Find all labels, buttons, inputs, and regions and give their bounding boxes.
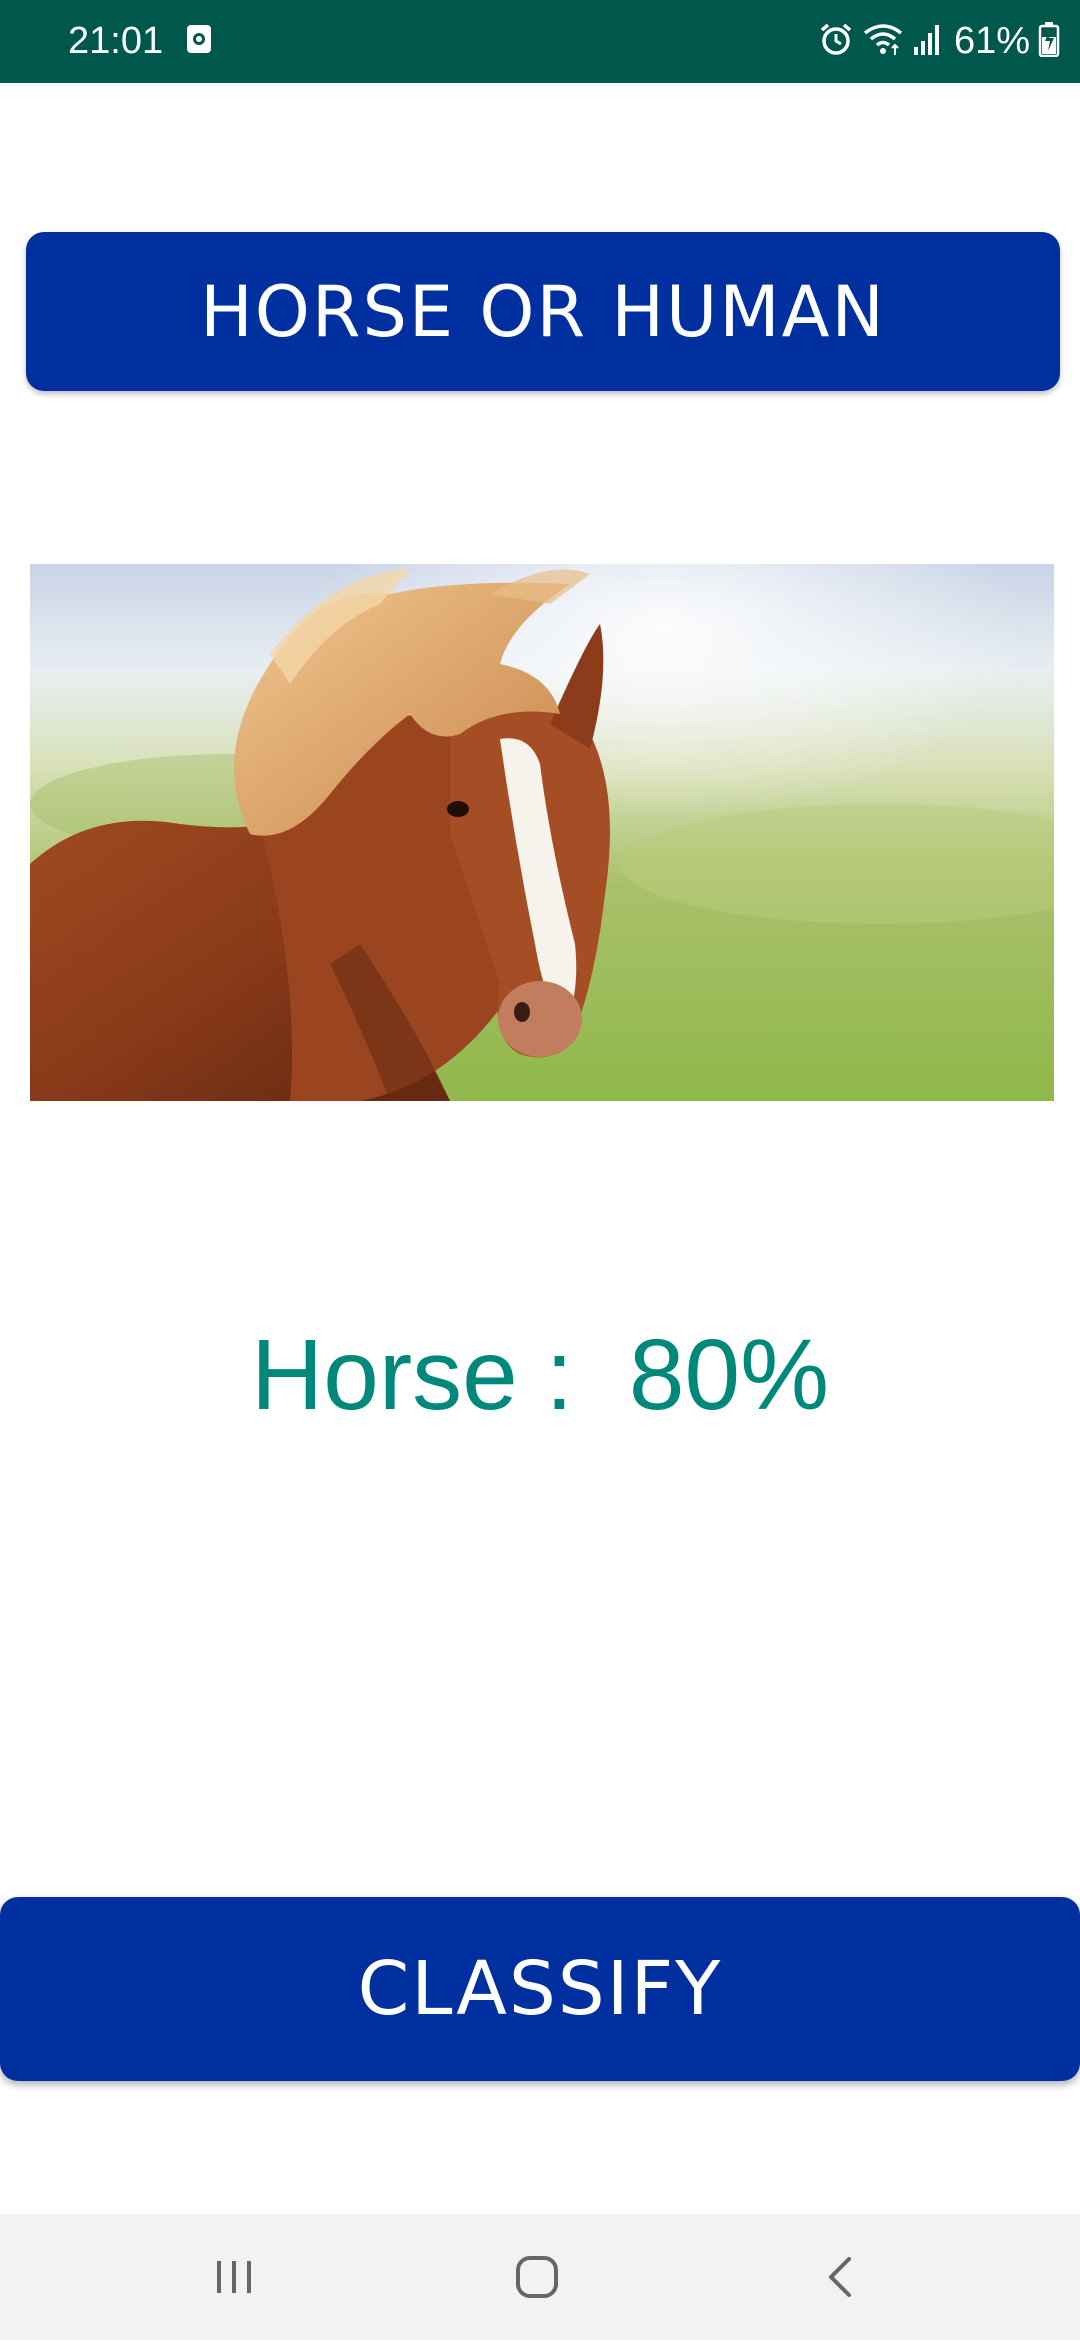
classify-button[interactable]: CLASSIFY xyxy=(0,1897,1080,2081)
battery-charging-icon xyxy=(1038,21,1060,61)
wifi-icon xyxy=(862,21,904,61)
status-time: 21:01 xyxy=(68,20,164,62)
recents-icon[interactable] xyxy=(155,2214,315,2340)
signal-icon xyxy=(912,21,942,61)
status-bar: 21:01 61% xyxy=(0,0,1080,83)
classification-result: Horse : 80% xyxy=(250,1318,830,1431)
back-icon[interactable] xyxy=(760,2214,920,2340)
alarm-icon xyxy=(818,21,854,61)
notification-icon xyxy=(186,24,212,58)
status-icons: 61% xyxy=(818,18,1060,64)
navigation-bar xyxy=(0,2214,1080,2340)
battery-percent: 61% xyxy=(953,20,1030,62)
app-title: HORSE OR HUMAN xyxy=(26,232,1060,391)
home-icon[interactable] xyxy=(457,2214,617,2340)
horse-photo xyxy=(30,564,1054,1101)
